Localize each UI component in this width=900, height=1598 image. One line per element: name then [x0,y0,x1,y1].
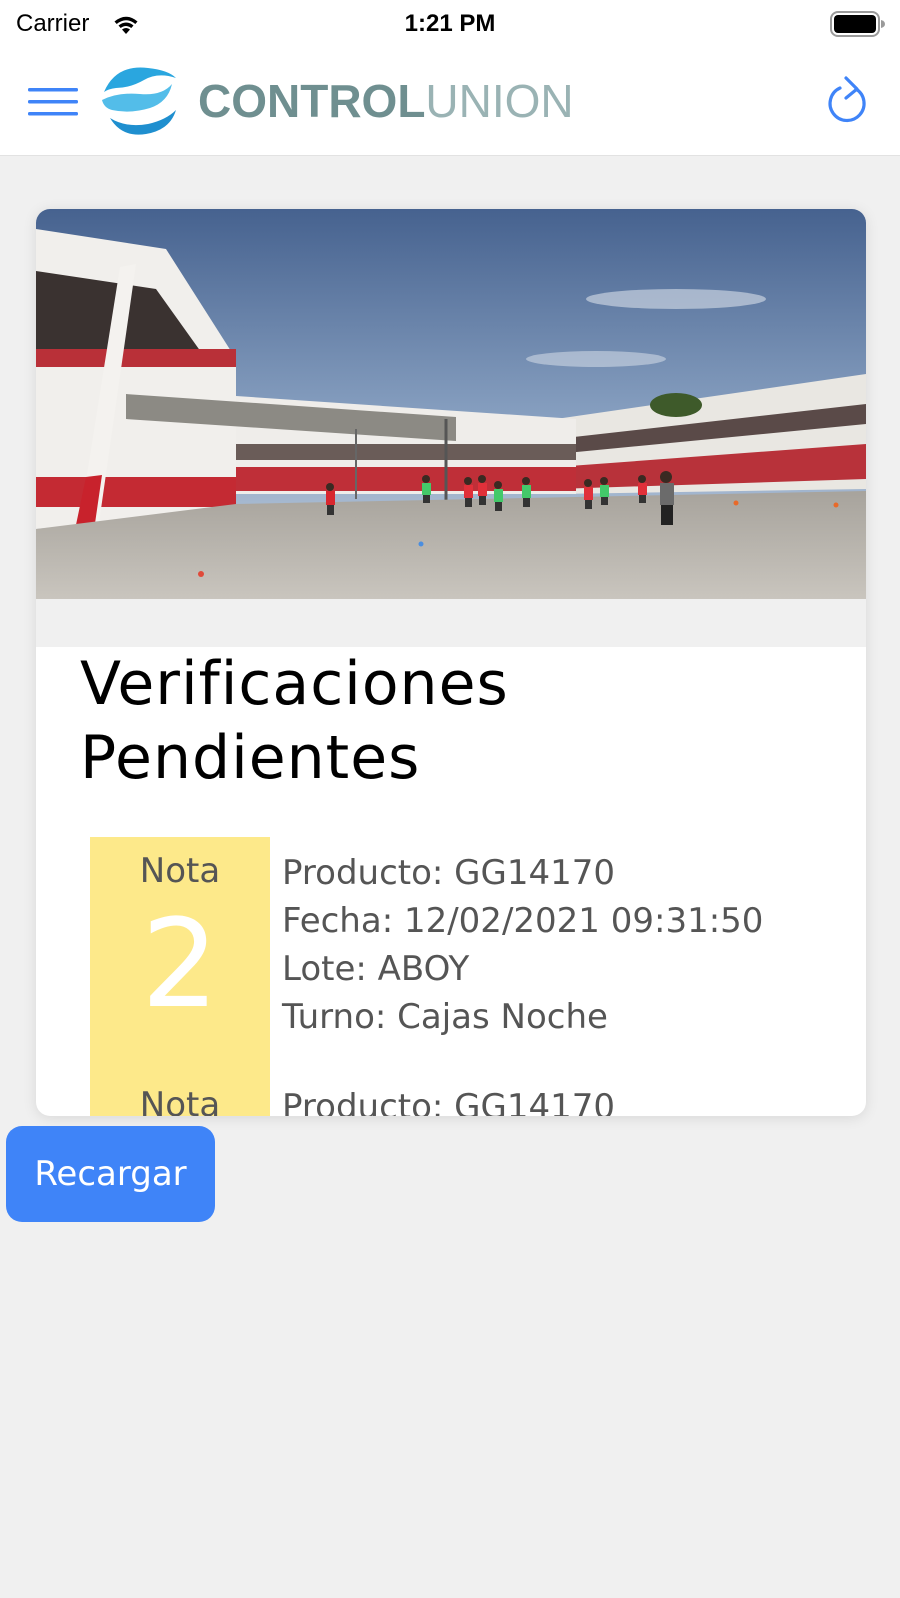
app-header: CONTROLUNION [0,48,900,156]
note-label: Nota [139,851,221,891]
clock-label: 1:21 PM [404,10,496,37]
note-details: Producto: GG14170 Fecha: 12/02/2021 09:3… [282,849,763,1041]
battery-icon [830,11,886,41]
note-value: 2 [141,893,219,1035]
note-badge: Nota [90,1071,270,1116]
shift-text: Turno: Cajas Noche [282,997,608,1037]
school-courtyard-photo [36,209,866,599]
photo-separator [36,599,866,647]
refresh-button[interactable] [826,76,872,126]
controlunion-logo: CONTROLUNION [96,58,576,142]
note-label: Nota [139,1085,221,1116]
hamburger-menu-icon [28,88,78,116]
lot-text: Lote: ABOY [282,949,470,989]
hamburger-menu-button[interactable] [26,82,80,122]
card-title: Verificaciones Pendientes [80,649,509,793]
logo-text-control: CONTROL [198,75,426,127]
refresh-icon [828,76,866,123]
product-text: Producto: GG14170 [282,1087,616,1116]
date-text: Fecha: 12/02/2021 09:31:50 [282,901,764,941]
product-text: Producto: GG14170 [282,853,616,893]
pending-verifications-card: Verificaciones Pendientes Nota 2 Product… [36,209,866,1116]
wave-logo-icon [102,67,176,135]
note-details: Producto: GG14170 [282,1083,615,1116]
status-bar: Carrier 1:21 PM [0,0,900,48]
logo-text-union: UNION [425,75,574,127]
reload-button[interactable]: Recargar [6,1126,215,1222]
logo-wordmark: CONTROLUNION [198,74,574,128]
